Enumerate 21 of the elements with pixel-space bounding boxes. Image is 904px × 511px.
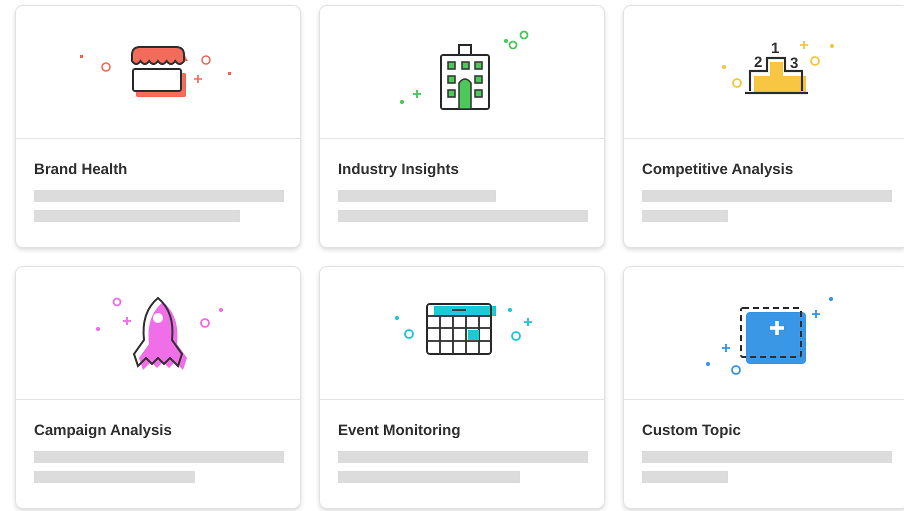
podium-icon	[745, 56, 808, 94]
topic-card[interactable]: Brand Health	[15, 5, 301, 248]
card-title: Industry Insights	[338, 161, 460, 178]
topic-card[interactable]: Campaign Analysis	[15, 266, 301, 509]
topic-card[interactable]: 2 1 3 Competitive Analysis	[623, 5, 904, 248]
storefront-icon	[131, 46, 188, 97]
rank-label: 1	[771, 40, 780, 57]
card-title: Competitive Analysis	[642, 161, 794, 178]
card-title: Custom Topic	[642, 422, 742, 439]
rank-label: 2	[754, 54, 762, 71]
rank-label: 3	[790, 55, 798, 72]
calendar-icon	[426, 303, 496, 355]
card-title: Campaign Analysis	[34, 422, 173, 439]
rocket-icon	[133, 297, 187, 370]
topic-card[interactable]: Custom Topic	[623, 266, 904, 509]
office-building-icon	[440, 44, 490, 110]
topic-card[interactable]: Event Monitoring	[319, 266, 605, 509]
card-title: Brand Health	[34, 161, 128, 178]
topic-card[interactable]: Industry Insights	[319, 5, 605, 248]
card-title: Event Monitoring	[338, 422, 462, 439]
add-frame-icon	[740, 307, 806, 364]
